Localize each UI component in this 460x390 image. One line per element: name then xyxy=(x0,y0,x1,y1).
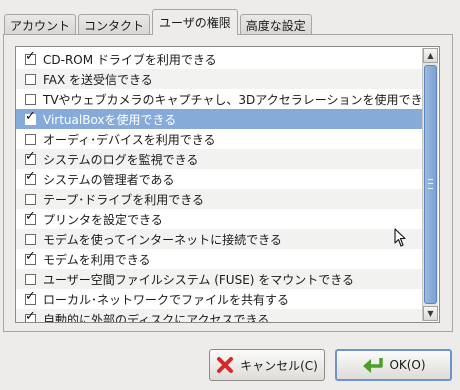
privilege-checkbox[interactable]: ✓ xyxy=(25,50,36,65)
tab-bar: アカウント コンタクト ユーザの権限 高度な設定 xyxy=(4,9,314,35)
privilege-checkbox[interactable] xyxy=(25,133,36,145)
privilege-checkbox[interactable]: ✓ xyxy=(25,210,36,225)
list-item[interactable]: FAX を送受信できる xyxy=(16,69,422,89)
ok-button[interactable]: OK(O) xyxy=(335,349,452,381)
scroll-thumb[interactable] xyxy=(424,65,437,304)
checkmark-icon: ✓ xyxy=(25,48,36,64)
checkmark-icon: ✓ xyxy=(25,108,36,124)
tab-1[interactable]: コンタクト xyxy=(78,14,151,35)
tab-0[interactable]: アカウント xyxy=(4,14,77,35)
privilege-label: システムの管理者である xyxy=(43,172,175,187)
scroll-down-button[interactable]: ▼ xyxy=(423,306,438,321)
privilege-label: モデムを使ってインターネットに接続できる xyxy=(43,232,282,247)
privilege-label: FAX を送受信できる xyxy=(43,72,153,87)
tab-label: 高度な設定 xyxy=(245,18,306,33)
tab-2[interactable]: ユーザの権限 xyxy=(152,9,238,35)
list-item[interactable]: ✓ システムの管理者である xyxy=(16,169,422,189)
privilege-checkbox[interactable] xyxy=(25,193,36,205)
cancel-button[interactable]: キャンセル(C) xyxy=(209,349,325,381)
privilege-checkbox[interactable] xyxy=(25,273,36,285)
privilege-label: 自動的に外部のディスクにアクセスできる xyxy=(43,312,270,323)
privilege-checkbox[interactable]: ✓ xyxy=(25,110,36,125)
mouse-pointer-icon xyxy=(394,228,408,251)
list-item[interactable]: ✓ ローカル･ネットワークでファイルを共有する xyxy=(16,289,422,309)
privilege-checkbox[interactable] xyxy=(25,73,36,85)
list-item[interactable]: ✓ プリンタを設定できる xyxy=(16,209,422,229)
privilege-label: VirtualBoxを使用できる xyxy=(43,112,177,127)
list-item[interactable]: TVやウェブカメラのキャプチャし、3Dアクセラレーションを使用できる xyxy=(16,89,434,109)
list-item[interactable]: ✓ 自動的に外部のディスクにアクセスできる xyxy=(16,309,422,323)
checkmark-icon: ✓ xyxy=(25,168,36,184)
privileges-list-rows: ✓ CD-ROM ドライブを利用できる FAX を送受信できる TVやウェブカメラのキ… xyxy=(16,49,434,323)
list-item[interactable]: ✓ VirtualBoxを使用できる xyxy=(16,109,422,129)
tab-label: ユーザの権限 xyxy=(159,16,231,30)
check-arrow-icon xyxy=(361,356,384,374)
privilege-label: テープ･ドライブを利用できる xyxy=(43,192,205,207)
tab-label: アカウント xyxy=(10,18,71,33)
list-item[interactable]: ✓ モデムを利用できる xyxy=(16,249,422,269)
list-item[interactable]: モデムを使ってインターネットに接続できる xyxy=(16,229,422,249)
grip-icon xyxy=(428,179,433,189)
ok-button-label: OK(O) xyxy=(389,358,426,372)
privilege-label: TVやウェブカメラのキャプチャし、3Dアクセラレーションを使用できる xyxy=(43,92,435,107)
privilege-checkbox[interactable] xyxy=(25,93,36,105)
privilege-label: ローカル･ネットワークでファイルを共有する xyxy=(43,292,290,307)
list-item[interactable]: テープ･ドライブを利用できる xyxy=(16,189,422,209)
privilege-label: モデムを利用できる xyxy=(43,252,151,267)
tab-3[interactable]: 高度な設定 xyxy=(239,14,312,35)
cancel-button-label: キャンセル(C) xyxy=(240,358,318,373)
list-item[interactable]: ✓ CD-ROM ドライブを利用できる xyxy=(16,49,422,69)
privilege-checkbox[interactable]: ✓ xyxy=(25,310,36,322)
privilege-label: プリンタを設定できる xyxy=(43,212,163,227)
privilege-checkbox[interactable] xyxy=(25,233,36,245)
list-item[interactable]: ✓ システムのログを監視できる xyxy=(16,149,422,169)
tab-label: コンタクト xyxy=(84,18,145,33)
checkmark-icon: ✓ xyxy=(25,288,36,304)
privilege-checkbox[interactable]: ✓ xyxy=(25,150,36,165)
privilege-label: ユーザー空間ファイルシステム (FUSE) をマウントできる xyxy=(43,272,355,287)
checkmark-icon: ✓ xyxy=(25,208,36,224)
checkmark-icon: ✓ xyxy=(25,248,36,264)
privilege-label: CD-ROM ドライブを利用できる xyxy=(43,52,217,67)
scroll-up-button[interactable]: ▲ xyxy=(423,48,438,63)
x-icon xyxy=(216,356,234,374)
checkmark-icon: ✓ xyxy=(25,308,36,323)
privilege-label: オーディ･デバイスを利用できる xyxy=(43,132,216,147)
privilege-checkbox[interactable]: ✓ xyxy=(25,290,36,305)
list-item[interactable]: オーディ･デバイスを利用できる xyxy=(16,129,422,149)
privilege-checkbox[interactable]: ✓ xyxy=(25,170,36,185)
privileges-list: ✓ CD-ROM ドライブを利用できる FAX を送受信できる TVやウェブカメラのキ… xyxy=(15,46,440,323)
vertical-scrollbar[interactable]: ▲ ▼ xyxy=(422,48,438,321)
checkmark-icon: ✓ xyxy=(25,148,36,164)
privilege-checkbox[interactable]: ✓ xyxy=(25,250,36,265)
list-item[interactable]: ユーザー空間ファイルシステム (FUSE) をマウントできる xyxy=(16,269,422,289)
privilege-label: システムのログを監視できる xyxy=(43,152,199,167)
